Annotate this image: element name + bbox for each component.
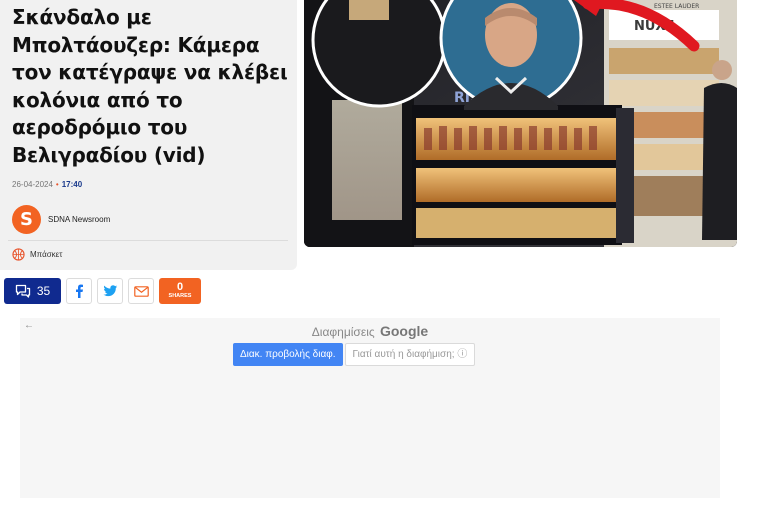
ad-settings-button[interactable]: Διακ. προβολής διαφ. <box>233 343 343 366</box>
twitter-icon <box>102 285 117 297</box>
article-time: 17:40 <box>61 180 83 189</box>
twitter-share-button[interactable] <box>97 278 123 304</box>
ad-label: Διαφημίσεις <box>311 325 375 339</box>
comments-button[interactable]: 35 <box>4 278 61 304</box>
meta-separator: • <box>55 180 59 189</box>
envelope-icon <box>133 285 149 297</box>
facebook-icon <box>76 284 83 298</box>
basketball-icon <box>12 248 25 261</box>
category-label: Μπάσκετ <box>30 250 63 259</box>
google-logo: Google <box>379 323 429 339</box>
author-block[interactable]: S SDNA Newsroom <box>12 204 110 234</box>
author-avatar[interactable]: S <box>12 204 41 234</box>
facebook-share-button[interactable] <box>66 278 92 304</box>
category-tag[interactable]: Μπάσκετ <box>12 248 62 261</box>
article-headline[interactable]: Σκάνδαλο με Μπολτάουζερ: Κάμερα τον κατέ… <box>12 4 292 169</box>
article-date: 26-04-2024 <box>12 180 53 189</box>
ad-container: ← Διαφημίσεις Google Διακ. προβολής διαφ… <box>20 318 720 498</box>
article-meta: 26-04-2024 • 17:40 <box>12 180 82 189</box>
hero-sign-text: ESTEE LAUDER <box>654 3 699 10</box>
author-name[interactable]: SDNA Newsroom <box>48 215 110 224</box>
why-this-ad-button[interactable]: Γιατί αυτή η διαφήμιση; ⓘ <box>344 343 476 366</box>
ad-header: Διαφημίσεις Google <box>20 323 720 339</box>
email-share-button[interactable] <box>128 278 154 304</box>
shares-count: 0 <box>176 281 184 294</box>
hero-image-illustration: NUXE ESTEE LAUDER RISTLES <box>304 0 737 247</box>
divider <box>8 240 288 241</box>
ad-buttons: Διακ. προβολής διαφ. Γιατί αυτή η διαφήμ… <box>233 343 476 366</box>
hero-image[interactable]: NUXE ESTEE LAUDER RISTLES <box>304 0 737 247</box>
shares-label: SHARES <box>168 293 192 300</box>
article-card: Σκάνδαλο με Μπολτάουζερ: Κάμερα τον κατέ… <box>0 0 297 270</box>
share-bar: 35 0 SHARES <box>4 278 201 304</box>
comments-count: 35 <box>36 284 51 298</box>
comment-bubbles-icon <box>15 284 30 298</box>
shares-counter[interactable]: 0 SHARES <box>159 278 201 304</box>
